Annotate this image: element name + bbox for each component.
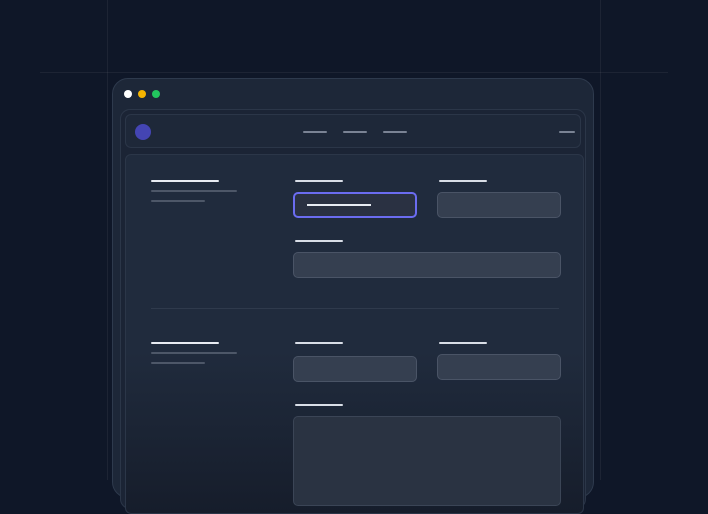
- text-input-full-width[interactable]: [293, 252, 561, 278]
- top-navbar: [125, 114, 581, 148]
- circle-logo-icon[interactable]: [135, 124, 151, 140]
- textarea-input[interactable]: [293, 416, 561, 506]
- nav-item-1[interactable]: [303, 131, 327, 133]
- text-input-focused[interactable]: [293, 192, 417, 218]
- input-value: [307, 204, 371, 206]
- window-close-button[interactable]: [124, 90, 132, 98]
- nav-item-3[interactable]: [383, 131, 407, 133]
- window-maximize-button[interactable]: [152, 90, 160, 98]
- browser-window: [112, 78, 594, 514]
- section-description-line-2: [151, 200, 205, 202]
- guide-line-left: [107, 0, 108, 480]
- guide-line-horizontal: [40, 72, 668, 73]
- field-label: [295, 404, 343, 406]
- settings-form: [125, 154, 584, 514]
- window-minimize-button[interactable]: [138, 90, 146, 98]
- field-label: [295, 342, 343, 344]
- text-input[interactable]: [437, 354, 561, 380]
- text-input[interactable]: [293, 356, 417, 382]
- section-title: [151, 342, 219, 344]
- app-viewport: [120, 109, 586, 514]
- section-description: [151, 352, 237, 354]
- section-description-line-2: [151, 362, 205, 364]
- text-input[interactable]: [437, 192, 561, 218]
- section-divider: [151, 308, 559, 309]
- guide-line-right: [600, 0, 601, 480]
- field-label: [295, 240, 343, 242]
- section-title: [151, 180, 219, 182]
- field-label: [295, 180, 343, 182]
- nav-item-account[interactable]: [559, 131, 575, 133]
- nav-item-2[interactable]: [343, 131, 367, 133]
- field-label: [439, 180, 487, 182]
- field-label: [439, 342, 487, 344]
- section-description: [151, 190, 237, 192]
